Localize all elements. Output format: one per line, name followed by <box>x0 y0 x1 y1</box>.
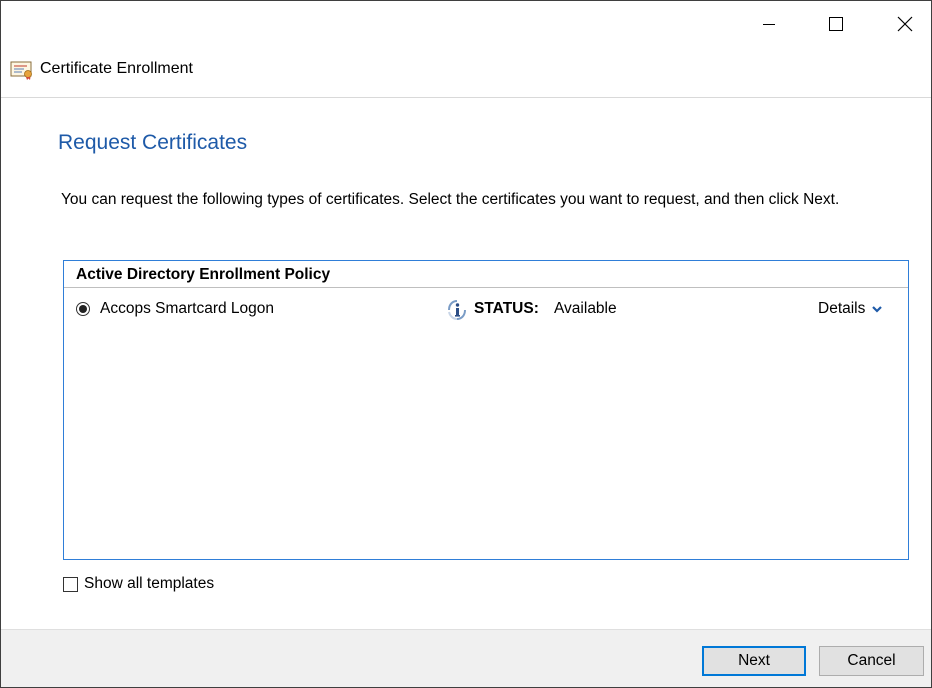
certificate-radio[interactable] <box>76 302 90 316</box>
certificate-enrollment-window: Certificate Enrollment Request Certifica… <box>0 0 932 688</box>
certificate-icon <box>10 61 32 80</box>
certificate-name: Accops Smartcard Logon <box>100 300 275 317</box>
close-button[interactable] <box>882 1 928 47</box>
close-icon <box>897 16 913 32</box>
minimize-button[interactable] <box>746 1 792 47</box>
status-value: Available <box>554 300 617 317</box>
dialog-footer: Next Cancel <box>1 629 931 687</box>
maximize-button[interactable] <box>813 1 859 47</box>
show-all-templates-checkbox[interactable] <box>63 576 78 592</box>
enrollment-policy-list: Active Directory Enrollment Policy Accop… <box>63 260 909 560</box>
info-icon <box>448 300 466 320</box>
show-all-templates-option[interactable]: Show all templates <box>63 575 214 593</box>
maximize-icon <box>829 17 843 31</box>
next-button[interactable]: Next <box>702 646 806 676</box>
page-title: Request Certificates <box>58 131 248 154</box>
title-bar: Certificate Enrollment <box>1 49 931 98</box>
radio-selected-dot <box>79 305 87 313</box>
chevron-down-icon <box>872 306 883 313</box>
list-item[interactable]: Accops Smartcard Logon STATUS: Available… <box>64 288 908 328</box>
policy-header: Active Directory Enrollment Policy <box>64 261 908 288</box>
show-all-templates-label: Show all templates <box>84 575 215 592</box>
details-toggle[interactable]: Details <box>818 300 883 318</box>
window-title: Certificate Enrollment <box>40 60 193 77</box>
cancel-button[interactable]: Cancel <box>819 646 924 676</box>
minimize-icon <box>763 24 775 25</box>
instructions-text: You can request the following types of c… <box>61 191 840 208</box>
details-label: Details <box>818 300 866 317</box>
status-label: STATUS: <box>474 300 539 317</box>
